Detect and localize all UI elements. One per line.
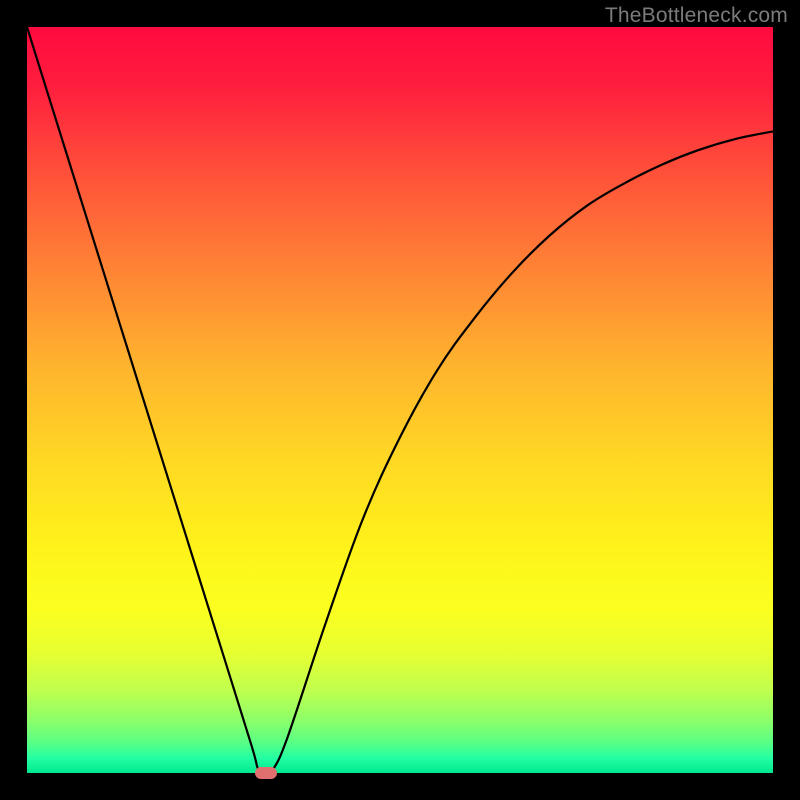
optimal-point-marker <box>255 767 277 779</box>
bottleneck-curve <box>27 27 773 773</box>
watermark-text: TheBottleneck.com <box>605 4 788 28</box>
chart-plot-area <box>27 27 773 773</box>
